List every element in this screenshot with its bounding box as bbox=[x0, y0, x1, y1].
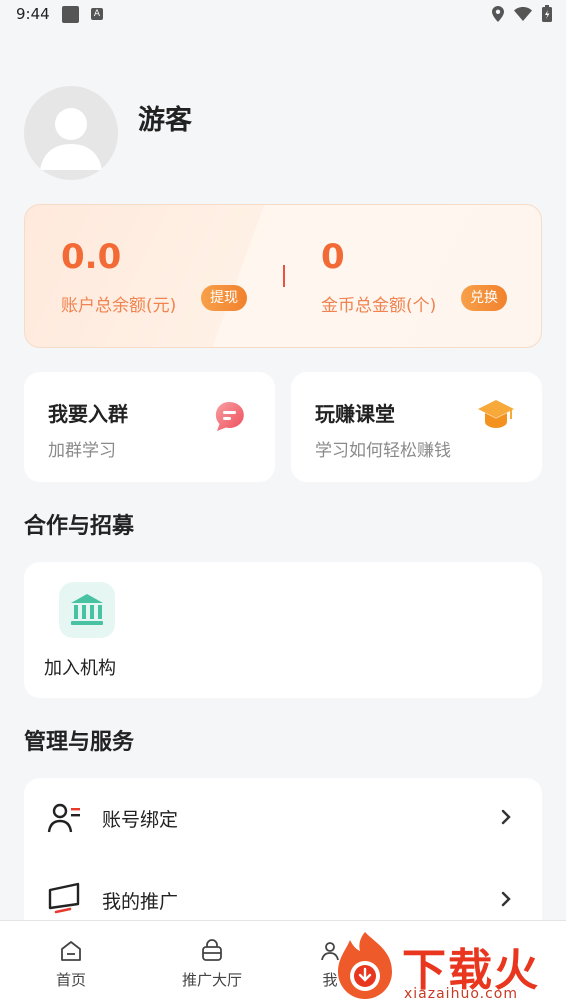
my-promotion-label: 我的推广 bbox=[102, 891, 179, 913]
notification-icon bbox=[62, 6, 79, 23]
default-avatar-icon bbox=[40, 108, 102, 170]
status-time: 9:44 bbox=[16, 5, 50, 23]
graduation-cap-icon bbox=[478, 400, 514, 428]
chat-bubble-icon bbox=[215, 401, 244, 431]
card-sheen bbox=[191, 205, 541, 347]
withdraw-button[interactable]: 提现 bbox=[201, 285, 247, 311]
join-group-title: 我要入群 bbox=[48, 402, 128, 426]
join-group-subtitle: 加群学习 bbox=[48, 441, 116, 461]
status-bar: 9:44 A bbox=[0, 0, 566, 30]
coins-total-value: 0 bbox=[321, 237, 345, 277]
coins-total-label: 金币总金额(个) bbox=[321, 296, 437, 316]
megaphone-icon bbox=[48, 882, 80, 914]
app-notification-icon: A bbox=[91, 8, 103, 20]
cooperation-section-title: 合作与招募 bbox=[24, 514, 135, 539]
battery-icon bbox=[542, 5, 552, 22]
account-balance-value: 0.0 bbox=[61, 237, 122, 277]
earning-class-card[interactable]: 玩赚课堂 学习如何轻松赚钱 bbox=[291, 372, 542, 482]
institution-icon bbox=[71, 594, 103, 625]
services-section-title: 管理与服务 bbox=[24, 730, 135, 755]
nav-promotion-hall[interactable]: 推广大厅 bbox=[162, 939, 262, 990]
home-icon bbox=[61, 941, 81, 961]
earning-class-subtitle: 学习如何轻松赚钱 bbox=[315, 441, 451, 461]
exchange-button[interactable]: 兑换 bbox=[461, 285, 507, 311]
account-balance-label: 账户总余额(元) bbox=[61, 296, 177, 316]
cooperation-card: 加入机构 bbox=[24, 562, 542, 698]
wifi-icon bbox=[514, 6, 532, 21]
balance-card: 0.0 账户总余额(元) 提现 0 金币总金额(个) 兑换 bbox=[24, 204, 542, 348]
flame-logo-icon bbox=[338, 932, 392, 999]
chevron-right-icon bbox=[501, 891, 511, 907]
join-institution-button[interactable] bbox=[59, 582, 115, 638]
account-binding-label: 账号绑定 bbox=[102, 809, 179, 831]
username[interactable]: 游客 bbox=[138, 98, 192, 137]
balance-divider bbox=[283, 265, 285, 287]
watermark: 下载火 xiazaihuo.com bbox=[330, 928, 566, 1006]
chevron-right-icon bbox=[501, 809, 511, 825]
avatar[interactable] bbox=[24, 86, 118, 180]
hall-icon bbox=[202, 939, 222, 961]
join-institution-label[interactable]: 加入机构 bbox=[44, 654, 116, 680]
earning-class-title: 玩赚课堂 bbox=[315, 402, 395, 426]
join-group-card[interactable]: 我要入群 加群学习 bbox=[24, 372, 275, 482]
nav-home[interactable]: 首页 bbox=[21, 939, 121, 990]
account-icon bbox=[47, 803, 80, 833]
watermark-url: xiazaihuo.com bbox=[404, 986, 518, 1002]
nav-promotion-hall-label: 推广大厅 bbox=[181, 971, 242, 989]
location-icon bbox=[492, 5, 504, 22]
nav-home-label: 首页 bbox=[55, 971, 86, 989]
account-binding-row[interactable]: 账号绑定 bbox=[24, 778, 542, 858]
